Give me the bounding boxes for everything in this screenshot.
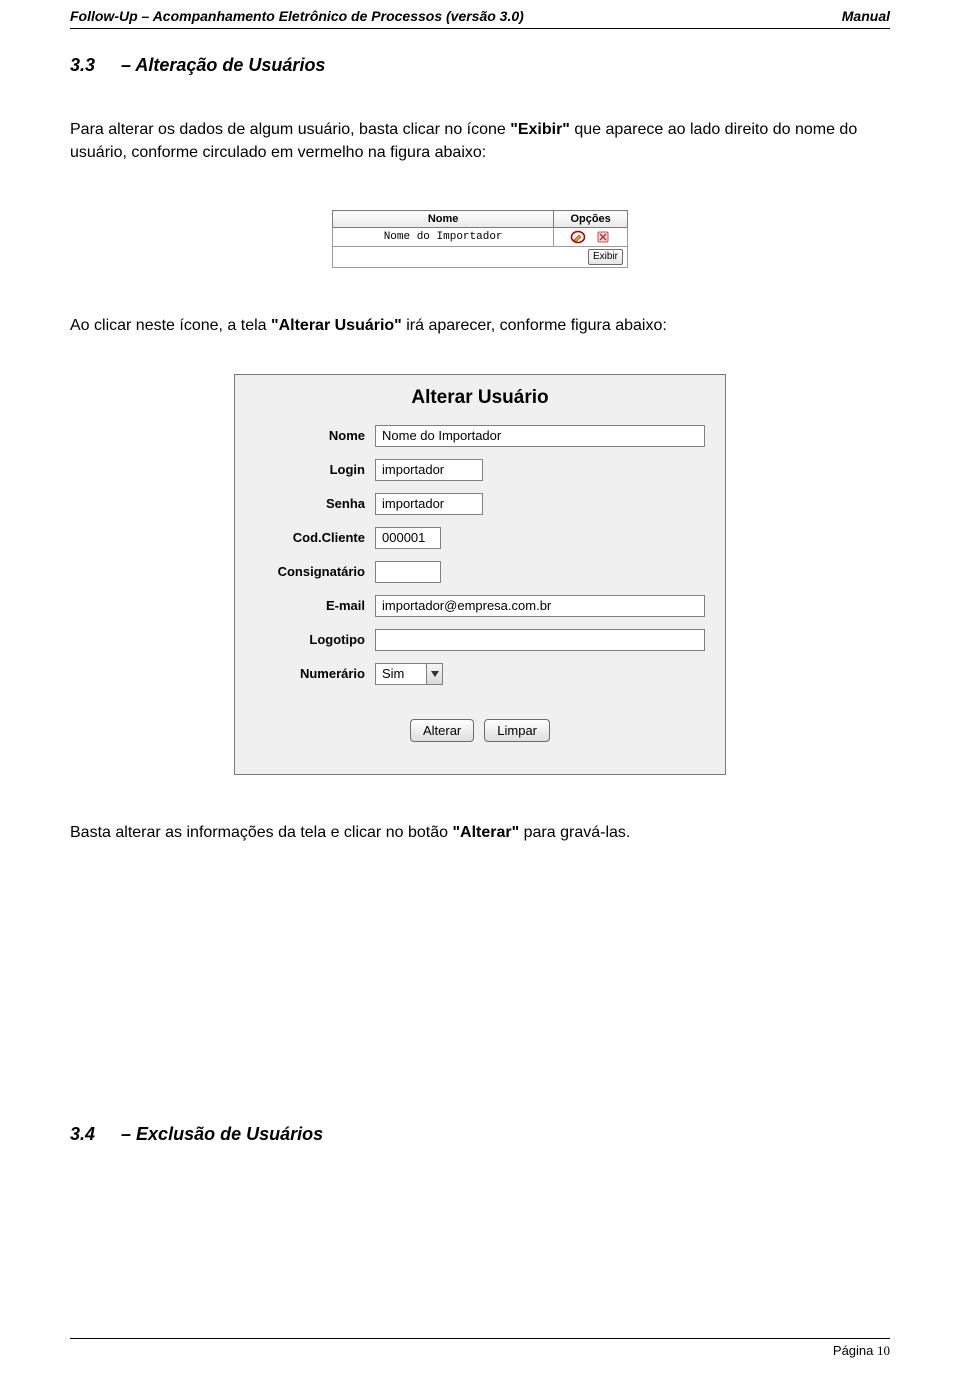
para2-post: irá aparecer, conforme figura abaixo: [402,317,667,334]
limpar-button[interactable]: Limpar [484,719,550,742]
header-left: Follow-Up – Acompanhamento Eletrônico de… [70,8,524,24]
document-footer: Página 10 [70,1338,890,1359]
numerario-select[interactable]: Sim [375,663,443,685]
section-3-4-heading: 3.4 – Exclusão de Usuários [70,1124,890,1145]
paragraph-2: Ao clicar neste ícone, a tela "Alterar U… [70,314,890,337]
section-number: 3.3 [70,55,95,76]
numerario-value: Sim [375,663,427,685]
cod-cliente-field[interactable]: 000001 [375,527,441,549]
table-row: Nome do Importador [333,228,628,247]
para1-bold: "Exibir" [510,121,570,138]
label-senha: Senha [235,496,375,511]
user-list-screenshot: Nome Opções Nome do Importador Exibir [332,210,628,268]
logotipo-field[interactable] [375,629,705,651]
col-nome: Nome [333,211,554,228]
footer-label: Página [833,1343,877,1358]
panel-title: Alterar Usuário [235,375,725,425]
paragraph-3: Basta alterar as informações da tela e c… [70,821,890,844]
delete-icon[interactable] [595,230,611,244]
label-cod-cliente: Cod.Cliente [235,530,375,545]
label-numerario: Numerário [235,666,375,681]
label-nome: Nome [235,428,375,443]
email-field[interactable]: importador@empresa.com.br [375,595,705,617]
section-title: – Alteração de Usuários [121,55,325,76]
alterar-usuario-panel: Alterar Usuário Nome Nome do Importador … [234,374,726,775]
paragraph-1: Para alterar os dados de algum usuário, … [70,118,890,164]
section-3-3-heading: 3.3 – Alteração de Usuários [70,55,890,76]
para3-post: para gravá-las. [519,824,630,841]
para3-bold: "Alterar" [452,824,519,841]
label-email: E-mail [235,598,375,613]
para2-bold: "Alterar Usuário" [271,317,402,334]
page-number: 10 [877,1343,890,1358]
chevron-down-icon [427,663,443,685]
cell-nome: Nome do Importador [333,228,554,247]
section-title: – Exclusão de Usuários [121,1124,323,1145]
para1-pre: Para alterar os dados de algum usuário, … [70,121,510,138]
label-consignatario: Consignatário [235,564,375,579]
login-field[interactable]: importador [375,459,483,481]
label-login: Login [235,462,375,477]
user-list-table: Nome Opções Nome do Importador Exibir [332,210,628,268]
cell-opcoes [554,228,628,247]
col-opcoes: Opções [554,211,628,228]
document-header: Follow-Up – Acompanhamento Eletrônico de… [70,0,890,29]
section-number: 3.4 [70,1124,95,1145]
header-right: Manual [842,8,890,24]
exibir-button[interactable]: Exibir [588,249,623,265]
edit-icon[interactable] [570,230,586,244]
para2-pre: Ao clicar neste ícone, a tela [70,317,271,334]
alterar-button[interactable]: Alterar [410,719,474,742]
nome-field[interactable]: Nome do Importador [375,425,705,447]
senha-field[interactable]: importador [375,493,483,515]
exibir-cell: Exibir [333,247,628,268]
para3-pre: Basta alterar as informações da tela e c… [70,824,452,841]
consignatario-field[interactable] [375,561,441,583]
label-logotipo: Logotipo [235,632,375,647]
